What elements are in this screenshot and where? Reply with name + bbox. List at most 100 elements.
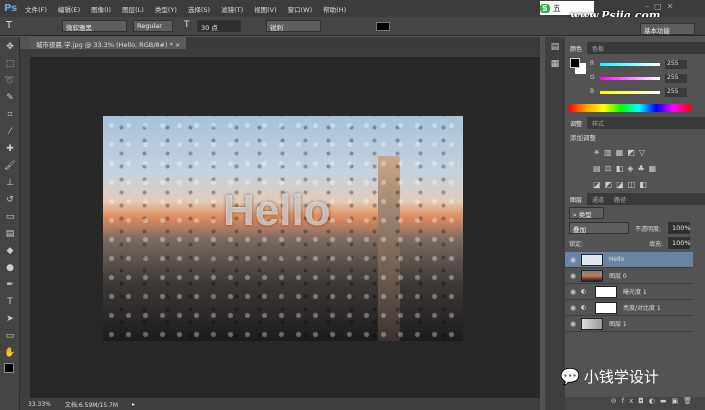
- layer-thumbnail: [581, 269, 603, 282]
- r-label: R: [590, 60, 595, 67]
- visibility-eye-icon[interactable]: ◉: [565, 288, 581, 296]
- tab-swatches[interactable]: 色板: [587, 42, 609, 54]
- g-value[interactable]: 255: [665, 74, 687, 83]
- tab-channels[interactable]: 通道: [587, 193, 609, 205]
- filter-value: 类型: [578, 211, 592, 219]
- menu-view[interactable]: 视图(V): [254, 4, 277, 14]
- layers-footer-buttons[interactable]: ⊝fx◘◐▬▣🗑: [565, 397, 705, 410]
- visibility-eye-icon[interactable]: ◉: [565, 304, 581, 312]
- layer-name: Hello: [609, 256, 625, 263]
- layer-name: 亮度/对比度 1: [623, 305, 661, 312]
- type-tool-icon[interactable]: T: [6, 20, 12, 31]
- menu-image[interactable]: 图像(I): [91, 4, 111, 14]
- text-color-swatch[interactable]: [376, 22, 390, 31]
- wechat-account-name: 小钱学设计: [583, 368, 659, 386]
- visibility-eye-icon[interactable]: ◉: [565, 320, 581, 328]
- blur-tool-icon[interactable]: ◆: [3, 244, 17, 258]
- ime-mode[interactable]: 五: [553, 3, 561, 14]
- document-image[interactable]: Hello: [103, 116, 463, 341]
- layer-row-layer0[interactable]: ◉ 图层 0: [565, 268, 693, 284]
- fill-input[interactable]: 100%: [668, 237, 691, 249]
- wechat-icon: 💬: [560, 367, 580, 386]
- menu-edit[interactable]: 编辑(E): [58, 4, 80, 14]
- font-size-icon: T: [184, 20, 190, 30]
- layer-row-layer1[interactable]: ◉ 图层 1: [565, 316, 693, 332]
- font-family-select[interactable]: 微软雅黑: [62, 20, 127, 32]
- color-ramp[interactable]: [569, 104, 691, 112]
- menu-layer[interactable]: 图层(L): [122, 4, 144, 14]
- foreground-color[interactable]: [4, 363, 14, 373]
- brush-tool-icon[interactable]: 🖌: [3, 159, 17, 173]
- lasso-tool-icon[interactable]: ➰: [3, 74, 17, 88]
- quick-select-icon[interactable]: ✎: [3, 91, 17, 105]
- adjustments-panel: 调整 样式 添加调整 ☀▥▦◩▽ ▤⚖◧◈♣▦ ◪◩◪◫◧: [565, 117, 705, 192]
- document-tab[interactable]: 城市夜晨.学.jpg @ 33.3% (Hello, RGB/8#) * ×: [30, 37, 187, 49]
- color-panel: 颜色 色板 R 255 G 255 B 255: [565, 42, 705, 120]
- type-tool-icon[interactable]: T: [3, 295, 17, 309]
- antialias-select[interactable]: 锐利: [266, 20, 321, 32]
- blend-mode-select[interactable]: 叠加: [569, 222, 629, 234]
- crop-tool-icon[interactable]: ⌗: [3, 108, 17, 122]
- tab-layers[interactable]: 图层: [565, 193, 588, 205]
- menu-help[interactable]: 帮助(H): [323, 4, 346, 14]
- hand-tool-icon[interactable]: ✋: [3, 346, 17, 360]
- dodge-tool-icon[interactable]: ●: [3, 261, 17, 275]
- layer-row-brightness[interactable]: ◉ ◐ 亮度/对比度 1: [565, 300, 693, 316]
- visibility-eye-icon[interactable]: ◉: [565, 256, 581, 264]
- b-slider[interactable]: [600, 91, 660, 94]
- layer-mask-thumbnail: [595, 285, 617, 298]
- fg-swatch[interactable]: [570, 58, 580, 68]
- menu-filter[interactable]: 滤镜(T): [221, 4, 243, 14]
- marquee-tool-icon[interactable]: ⬚: [3, 57, 17, 71]
- workspace-select[interactable]: 基本功能: [640, 23, 695, 35]
- menu-window[interactable]: 窗口(W): [288, 4, 313, 14]
- path-select-icon[interactable]: ➤: [3, 312, 17, 326]
- gradient-tool-icon[interactable]: ▤: [3, 227, 17, 241]
- properties-panel-icon[interactable]: ▦: [548, 57, 562, 71]
- panels-dock: 颜色 色板 R 255 G 255 B 255 调整 样式 添加调整 ☀▥▦◩▽ ▤⚖…: [565, 37, 705, 410]
- opacity-input[interactable]: 100%: [668, 222, 691, 234]
- history-brush-icon[interactable]: ↺: [3, 193, 17, 207]
- tab-styles[interactable]: 样式: [587, 117, 609, 129]
- pen-tool-icon[interactable]: ✒: [3, 278, 17, 292]
- layer-row-exposure[interactable]: ◉ ◐ 曝光度 1: [565, 284, 693, 300]
- ruler-horizontal: [30, 49, 540, 57]
- stamp-tool-icon[interactable]: ⊥: [3, 176, 17, 190]
- g-slider[interactable]: [600, 77, 660, 80]
- move-tool-icon[interactable]: ✥: [3, 40, 17, 54]
- layer-filter-select[interactable]: ⌕ 类型: [569, 207, 604, 219]
- tab-adjustments[interactable]: 调整: [565, 117, 588, 129]
- g-label: G: [590, 74, 595, 81]
- adjustment-icons[interactable]: ☀▥▦◩▽ ▤⚖◧◈♣▦ ◪◩◪◫◧: [565, 145, 705, 193]
- menu-select[interactable]: 选择(S): [188, 4, 210, 14]
- menu-file[interactable]: 文件(F): [25, 4, 47, 14]
- layer-name: 图层 0: [609, 273, 627, 280]
- shape-tool-icon[interactable]: ▭: [3, 329, 17, 343]
- font-style-select[interactable]: Regular: [133, 20, 173, 32]
- doc-size: 文档:6.59M/15.7M: [64, 401, 119, 409]
- layer-mask-thumbnail: [595, 301, 617, 314]
- tab-paths[interactable]: 路径: [609, 193, 631, 205]
- history-panel-icon[interactable]: ▤: [548, 40, 562, 54]
- ruler-vertical: [20, 49, 30, 399]
- healing-brush-icon[interactable]: ✚: [3, 142, 17, 156]
- eraser-tool-icon[interactable]: ▭: [3, 210, 17, 224]
- eyedropper-icon[interactable]: ⁄: [3, 125, 17, 139]
- layer-row-hello[interactable]: ◉ Hello: [565, 252, 693, 268]
- b-value[interactable]: 255: [665, 88, 687, 97]
- adjustment-icon: ◐: [581, 288, 587, 295]
- tab-color[interactable]: 颜色: [565, 42, 588, 54]
- image-text-hello: Hello: [223, 186, 331, 235]
- window-controls[interactable]: – □ ✕: [645, 2, 673, 11]
- r-value[interactable]: 255: [665, 60, 687, 69]
- r-slider[interactable]: [600, 63, 660, 66]
- visibility-eye-icon[interactable]: ◉: [565, 272, 581, 280]
- add-adjustment-title: 添加调整: [570, 134, 596, 142]
- layer-thumbnail: [581, 317, 603, 330]
- adjustment-icon: ◐: [581, 304, 587, 311]
- font-size-input[interactable]: 30 点: [197, 20, 241, 32]
- zoom-level[interactable]: 33.33%: [28, 401, 51, 408]
- status-arrow-icon[interactable]: ▸: [132, 401, 135, 408]
- menu-type[interactable]: 类型(Y): [155, 4, 177, 14]
- lock-label: 锁定:: [569, 241, 584, 248]
